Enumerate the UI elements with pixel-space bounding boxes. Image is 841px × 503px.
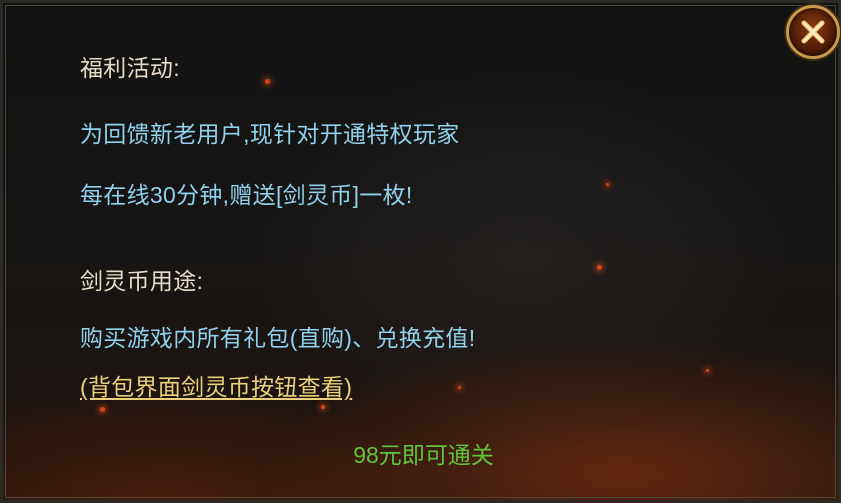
ember-particle	[265, 79, 270, 84]
backpack-coin-link[interactable]: (背包界面剑灵币按钮查看)	[80, 372, 352, 402]
close-x-icon	[801, 20, 825, 44]
close-button[interactable]	[786, 5, 840, 59]
event-heading: 福利活动:	[80, 55, 180, 81]
usage-description: 购买游戏内所有礼包(直购)、兑换充值!	[80, 325, 476, 351]
ember-particle	[458, 386, 461, 389]
event-description-line-2: 每在线30分钟,赠送[剑灵币]一枚!	[80, 182, 413, 208]
activity-dialog: 福利活动: 为回馈新老用户,现针对开通特权玩家 每在线30分钟,赠送[剑灵币]一…	[0, 0, 841, 503]
ember-particle	[321, 405, 325, 409]
footer-promo-text: 98元即可通关	[353, 442, 494, 468]
ember-particle	[100, 407, 105, 412]
event-description-line-1: 为回馈新老用户,现针对开通特权玩家	[80, 121, 460, 147]
ember-particle	[706, 369, 709, 372]
ember-particle	[606, 183, 609, 186]
usage-heading: 剑灵币用途:	[80, 268, 204, 294]
ember-particle	[597, 265, 602, 270]
